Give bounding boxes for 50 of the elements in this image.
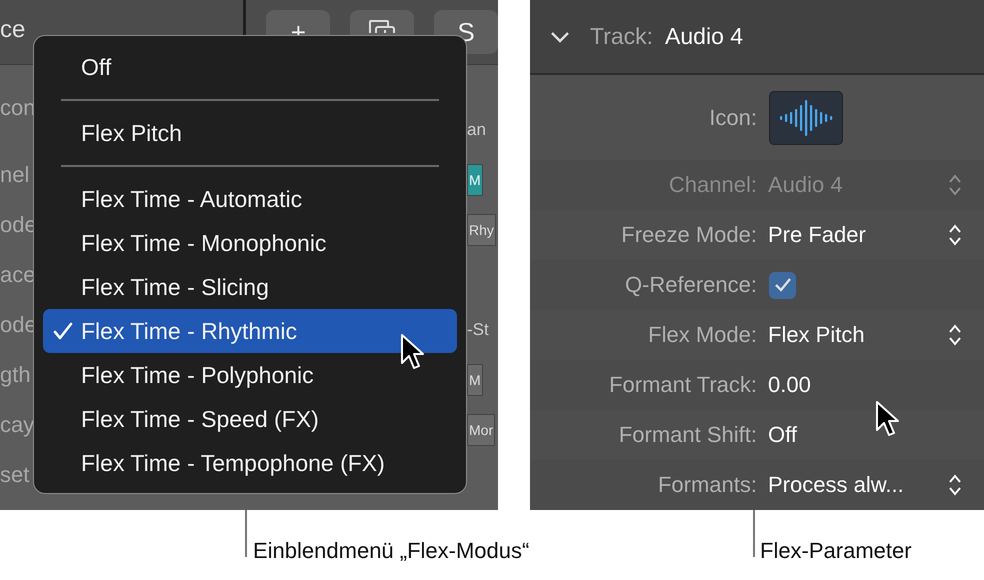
duplicate-icon bbox=[369, 20, 396, 33]
popup-button[interactable]: Mor bbox=[467, 414, 496, 446]
popup-button[interactable]: Process alw... bbox=[768, 465, 984, 505]
checkmark-icon bbox=[53, 322, 73, 340]
field-label: Formants: bbox=[656, 472, 757, 498]
field-label: set bbox=[0, 462, 30, 488]
leader-line bbox=[245, 510, 246, 557]
menu-item[interactable]: Flex Time - Tempophone (FX) bbox=[43, 441, 457, 485]
field-label: Channel: bbox=[668, 172, 757, 198]
menu-item[interactable]: Flex Time - Polyphonic bbox=[43, 353, 457, 397]
menu-item[interactable]: Flex Time - Speed (FX) bbox=[43, 397, 457, 441]
field-value[interactable]: Off bbox=[768, 422, 797, 448]
popup-button[interactable]: Rhy bbox=[467, 214, 496, 246]
field-value[interactable]: 0.00 bbox=[768, 372, 811, 398]
menu-item[interactable]: Flex Time - Automatic bbox=[43, 177, 457, 221]
field-label: nel bbox=[0, 162, 30, 188]
field-label: ace bbox=[0, 262, 36, 288]
checkmark-icon bbox=[774, 277, 792, 293]
field-label: Formant Track: bbox=[608, 372, 757, 398]
field-label: Flex Mode: bbox=[647, 322, 757, 348]
track-icon-button[interactable] bbox=[769, 90, 843, 144]
menu-item[interactable]: Flex Pitch bbox=[43, 111, 457, 155]
chevron-down-icon[interactable] bbox=[550, 30, 570, 42]
stepper-icon bbox=[948, 223, 962, 247]
menu-item[interactable]: Flex Time - Slicing bbox=[43, 265, 457, 309]
callout-label: Einblendmenü „Flex-Modus“ bbox=[253, 538, 530, 564]
waveform-icon bbox=[777, 98, 835, 136]
field-label: Freeze Mode: bbox=[620, 222, 757, 248]
field-label: -St bbox=[467, 320, 489, 340]
field-label: Icon: bbox=[708, 104, 757, 130]
field-label: Formant Shift: bbox=[618, 422, 757, 448]
popup-button[interactable]: Flex Pitch bbox=[768, 315, 984, 355]
track-name: Audio 4 bbox=[665, 23, 744, 50]
toggle-button[interactable]: M bbox=[467, 364, 483, 396]
field-label: an bbox=[467, 120, 486, 140]
menu-item[interactable]: Flex Time - Monophonic bbox=[43, 221, 457, 265]
checkbox[interactable] bbox=[769, 272, 796, 298]
field-label: Q-Reference: bbox=[624, 272, 757, 298]
leader-line bbox=[753, 510, 754, 557]
callout-label: Flex-Parameter bbox=[760, 538, 912, 564]
section-label: Track: bbox=[590, 23, 654, 50]
field-label: gth bbox=[0, 362, 31, 388]
field-label: cay bbox=[0, 412, 34, 438]
menu-item[interactable]: Flex Time - Rhythmic bbox=[43, 309, 457, 353]
popup-button[interactable]: Pre Fader bbox=[768, 215, 984, 255]
stepper-icon bbox=[948, 323, 962, 347]
stepper-icon bbox=[948, 473, 962, 497]
pointer-icon bbox=[875, 400, 901, 438]
stepper-icon bbox=[948, 173, 962, 197]
pointer-icon bbox=[400, 333, 426, 371]
